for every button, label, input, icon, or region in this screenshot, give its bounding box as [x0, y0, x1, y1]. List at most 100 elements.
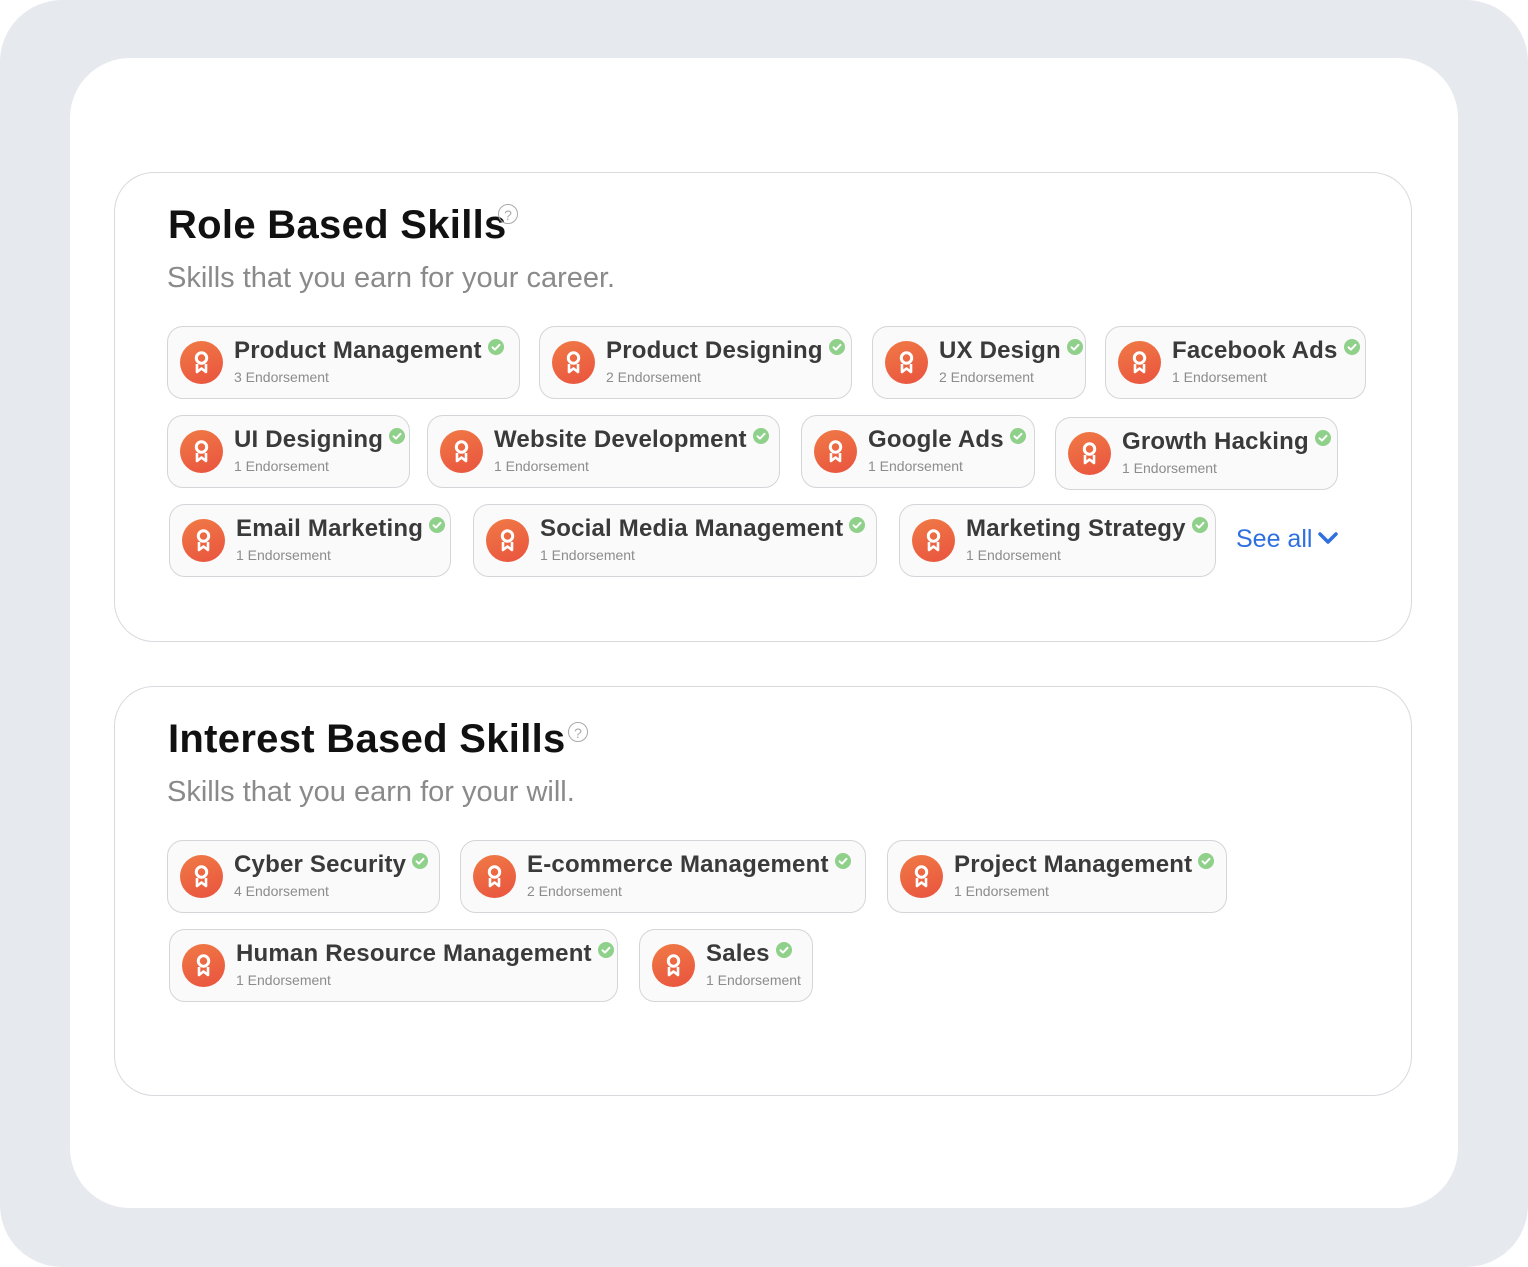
- endorsement-count: 1 Endorsement: [966, 547, 1061, 563]
- award-ribbon-icon: [652, 944, 695, 987]
- verified-check-icon: [1066, 339, 1083, 355]
- skill-name-text: E-commerce Management: [527, 851, 829, 878]
- award-ribbon-icon: [182, 944, 225, 987]
- endorsement-count: 1 Endorsement: [236, 972, 331, 988]
- skill-name-text: Facebook Ads: [1172, 337, 1338, 364]
- skill-name: Product Designing: [606, 337, 845, 365]
- skill-name: UI Designing: [234, 426, 406, 454]
- section-title: Role Based Skills: [168, 203, 507, 247]
- endorsement-count: 1 Endorsement: [540, 547, 635, 563]
- verified-check-icon: [487, 339, 504, 355]
- skill-name: Growth Hacking: [1122, 428, 1331, 456]
- award-ribbon-icon: [814, 430, 857, 473]
- skill-chip[interactable]: Sales 1 Endorsement: [639, 929, 813, 1002]
- skill-name-text: UX Design: [939, 337, 1061, 364]
- award-ribbon-icon: [473, 855, 516, 898]
- verified-check-icon: [1198, 853, 1215, 869]
- skill-chip[interactable]: Growth Hacking 1 Endorsement: [1055, 417, 1338, 490]
- skill-chip[interactable]: Project Management 1 Endorsement: [887, 840, 1227, 913]
- help-icon[interactable]: ?: [568, 722, 588, 742]
- endorsement-count: 1 Endorsement: [706, 972, 801, 988]
- skill-name: Product Management: [234, 337, 504, 365]
- help-icon[interactable]: ?: [498, 204, 518, 224]
- award-ribbon-icon: [182, 519, 225, 562]
- skill-name: Project Management: [954, 851, 1215, 879]
- skill-name: Email Marketing: [236, 515, 446, 543]
- skill-chip[interactable]: Email Marketing 1 Endorsement: [169, 504, 451, 577]
- endorsement-count: 1 Endorsement: [1122, 460, 1217, 476]
- verified-check-icon: [412, 853, 429, 869]
- award-ribbon-icon: [440, 430, 483, 473]
- award-ribbon-icon: [1118, 341, 1161, 384]
- skill-name: Social Media Management: [540, 515, 866, 543]
- verified-check-icon: [1343, 339, 1360, 355]
- skill-name: Marketing Strategy: [966, 515, 1208, 543]
- skill-name-text: Marketing Strategy: [966, 515, 1186, 542]
- endorsement-count: 1 Endorsement: [954, 883, 1049, 899]
- skill-chip[interactable]: Website Development 1 Endorsement: [427, 415, 780, 488]
- skill-chip[interactable]: Cyber Security 4 Endorsement: [167, 840, 440, 913]
- endorsement-count: 1 Endorsement: [236, 547, 331, 563]
- skill-name-text: Growth Hacking: [1122, 428, 1309, 455]
- section-subtitle: Skills that you earn for your career.: [167, 262, 616, 294]
- skill-chip[interactable]: Human Resource Management 1 Endorsement: [169, 929, 618, 1002]
- award-ribbon-icon: [912, 519, 955, 562]
- skill-chip[interactable]: Social Media Management 1 Endorsement: [473, 504, 877, 577]
- verified-check-icon: [429, 517, 446, 533]
- verified-check-icon: [1191, 517, 1208, 533]
- interest-based-skills-section: Interest Based Skills ? Skills that you …: [114, 686, 1412, 1096]
- endorsement-count: 2 Endorsement: [606, 369, 701, 385]
- skill-chip[interactable]: UX Design 2 Endorsement: [872, 326, 1086, 399]
- skill-name: E-commerce Management: [527, 851, 851, 879]
- award-ribbon-icon: [885, 341, 928, 384]
- verified-check-icon: [849, 517, 866, 533]
- skill-chip[interactable]: Product Management 3 Endorsement: [167, 326, 520, 399]
- skill-name: Google Ads: [868, 426, 1026, 454]
- verified-check-icon: [597, 942, 614, 958]
- see-all-link[interactable]: See all: [1236, 525, 1339, 554]
- skill-name-text: Google Ads: [868, 426, 1004, 453]
- skill-name: UX Design: [939, 337, 1083, 365]
- verified-check-icon: [1314, 430, 1331, 446]
- endorsement-count: 2 Endorsement: [527, 883, 622, 899]
- endorsement-count: 1 Endorsement: [234, 458, 329, 474]
- award-ribbon-icon: [900, 855, 943, 898]
- section-subtitle: Skills that you earn for your will.: [167, 776, 575, 808]
- skill-name-text: Sales: [706, 940, 770, 967]
- skill-chip[interactable]: Google Ads 1 Endorsement: [801, 415, 1035, 488]
- endorsement-count: 1 Endorsement: [868, 458, 963, 474]
- skill-chip[interactable]: Product Designing 2 Endorsement: [539, 326, 852, 399]
- verified-check-icon: [775, 942, 792, 958]
- skill-name-text: Product Designing: [606, 337, 823, 364]
- skill-name-text: Social Media Management: [540, 515, 844, 542]
- endorsement-count: 1 Endorsement: [1172, 369, 1267, 385]
- award-ribbon-icon: [180, 855, 223, 898]
- skill-chip[interactable]: Facebook Ads 1 Endorsement: [1105, 326, 1366, 399]
- endorsement-count: 2 Endorsement: [939, 369, 1034, 385]
- skill-chip[interactable]: UI Designing 1 Endorsement: [167, 415, 410, 488]
- award-ribbon-icon: [552, 341, 595, 384]
- endorsement-count: 4 Endorsement: [234, 883, 329, 899]
- skill-chip[interactable]: Marketing Strategy 1 Endorsement: [899, 504, 1216, 577]
- skill-name: Sales: [706, 940, 792, 968]
- skill-name-text: Product Management: [234, 337, 482, 364]
- award-ribbon-icon: [180, 430, 223, 473]
- verified-check-icon: [1009, 428, 1026, 444]
- verified-check-icon: [828, 339, 845, 355]
- verified-check-icon: [389, 428, 406, 444]
- skill-name-text: Project Management: [954, 851, 1193, 878]
- skill-name: Website Development: [494, 426, 769, 454]
- skill-name-text: Human Resource Management: [236, 940, 592, 967]
- skill-chip[interactable]: E-commerce Management 2 Endorsement: [460, 840, 866, 913]
- section-title: Interest Based Skills: [168, 717, 566, 761]
- award-ribbon-icon: [486, 519, 529, 562]
- see-all-label: See all: [1236, 525, 1313, 553]
- skill-name: Human Resource Management: [236, 940, 614, 968]
- skill-name: Cyber Security: [234, 851, 429, 879]
- award-ribbon-icon: [1068, 432, 1111, 475]
- skill-name-text: UI Designing: [234, 426, 384, 453]
- verified-check-icon: [834, 853, 851, 869]
- endorsement-count: 1 Endorsement: [494, 458, 589, 474]
- award-ribbon-icon: [180, 341, 223, 384]
- skill-name-text: Email Marketing: [236, 515, 424, 542]
